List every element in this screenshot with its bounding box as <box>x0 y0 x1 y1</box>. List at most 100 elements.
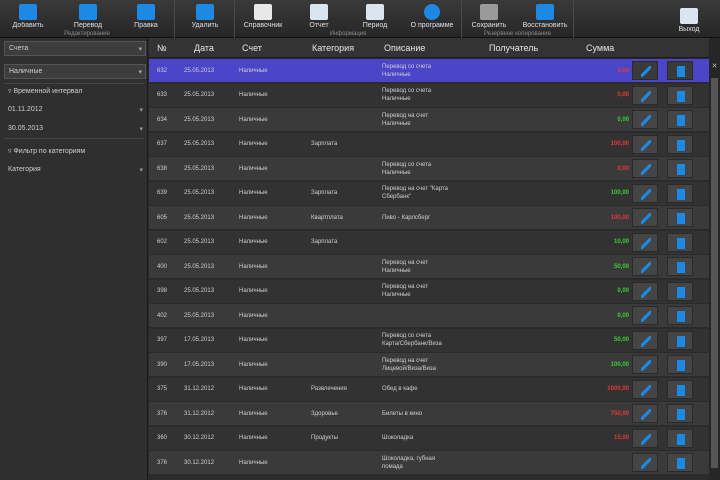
edit-row-button[interactable] <box>632 110 658 129</box>
table-row[interactable]: 400 25.05.2013 Наличные Перевод на счет Нали… <box>149 255 709 278</box>
delete-row-button[interactable] <box>667 134 693 154</box>
pencil-icon <box>641 360 651 371</box>
reference-button[interactable]: Справочник <box>235 0 291 30</box>
edit-row-button[interactable] <box>632 134 658 154</box>
edit-row-button[interactable] <box>632 453 658 472</box>
column-header-account[interactable]: Счет <box>242 43 262 53</box>
account-select[interactable]: Наличные ▾ <box>4 64 146 79</box>
cell-amount: 50,00 <box>613 263 629 270</box>
column-header-date[interactable]: Дата <box>194 43 214 53</box>
exit-button[interactable]: Выход <box>664 4 714 34</box>
table-row[interactable]: 639 25.05.2013 Наличные Зарплата Перевод на … <box>149 181 709 205</box>
delete-row-button[interactable] <box>667 379 693 399</box>
delete-row-button[interactable] <box>667 330 693 350</box>
table-row[interactable]: 605 25.05.2013 Наличные Квартплата Пиво - Ка… <box>149 206 709 229</box>
cell-amount: 100,00 <box>610 214 629 221</box>
delete-button[interactable]: Удалить <box>177 0 233 30</box>
accounts-combo[interactable]: Счета ▾ <box>4 41 146 56</box>
cell-category: Зарплата <box>311 239 338 245</box>
cell-description: Перевод со счета Наличные <box>382 88 432 102</box>
column-header-category[interactable]: Категория <box>312 43 354 53</box>
delete-row-button[interactable] <box>667 110 693 129</box>
delete-row-button[interactable] <box>667 61 693 80</box>
cell-category <box>311 84 381 107</box>
cell-amount: 100,00 <box>610 190 629 196</box>
transfer-button[interactable]: Перевод <box>62 0 114 30</box>
table-row[interactable]: 633 25.05.2013 Наличные Перевод со счета Нал… <box>149 83 709 107</box>
edit-row-button[interactable] <box>632 379 658 399</box>
column-header-payee[interactable]: Получатель <box>489 43 538 53</box>
date-to-field[interactable]: 30.05.2013 ▾ <box>4 122 146 136</box>
delete-row-button[interactable] <box>667 306 693 325</box>
cell-date: 25.05.2013 <box>184 239 215 245</box>
edit-row-button[interactable] <box>632 330 658 350</box>
scrollbar-thumb[interactable] <box>711 78 718 468</box>
edit-row-button[interactable] <box>632 257 658 276</box>
table-row[interactable]: 637 25.05.2013 Наличные Зарплата 100,00 <box>149 132 709 156</box>
delete-row-button[interactable] <box>667 183 693 203</box>
column-header-description[interactable]: Описание <box>384 43 425 53</box>
add-button[interactable]: Добавить <box>2 0 54 30</box>
delete-row-button[interactable] <box>667 85 693 105</box>
cell-category <box>311 59 381 82</box>
restore-button[interactable]: Восстановить <box>516 0 574 30</box>
edit-row-button[interactable] <box>632 355 658 374</box>
edit-row-button[interactable] <box>632 306 658 325</box>
table-row[interactable]: 375 31.12.2012 Наличные Развлечения Обед в к… <box>149 377 709 401</box>
table-row[interactable]: 398 25.05.2013 Наличные Перевод на счет Нали… <box>149 279 709 303</box>
delete-row-button[interactable] <box>667 257 693 276</box>
table-row[interactable]: 402 25.05.2013 Наличные 0,00 <box>149 304 709 327</box>
delete-row-button[interactable] <box>667 355 693 374</box>
edit-row-button[interactable] <box>632 281 658 301</box>
date-from-field[interactable]: 01.11.2012 ▾ <box>4 103 146 117</box>
delete-row-button[interactable] <box>667 281 693 301</box>
pencil-icon <box>641 115 651 126</box>
table-row[interactable]: 634 25.05.2013 Наличные Перевод на счет Нали… <box>149 108 709 131</box>
edit-row-button[interactable] <box>632 85 658 105</box>
cell-description: Перевод на счет Наличные <box>382 284 429 298</box>
table-row[interactable]: 360 30.12.2012 Наличные Продукты Шоколадка 15… <box>149 426 709 450</box>
category-filter-toggle[interactable]: ▿ Фильтр по категориям <box>4 144 146 158</box>
column-header-number[interactable]: № <box>157 43 167 53</box>
cell-category <box>311 157 381 180</box>
save-button[interactable]: Сохранить <box>462 0 516 30</box>
table-row[interactable]: 638 25.05.2013 Наличные Перевод со счета Нал… <box>149 157 709 180</box>
edit-row-button[interactable] <box>632 428 658 448</box>
column-header-amount[interactable]: Сумма <box>586 43 614 53</box>
table-row[interactable]: 397 17.05.2013 Наличные Перевод со счета Кар… <box>149 328 709 352</box>
table-row[interactable]: 632 25.05.2013 Наличные Перевод со счета Нал… <box>149 59 709 82</box>
transactions-table: № Дата Счет Категория Описание Получател… <box>149 38 720 480</box>
cell-date: 25.05.2013 <box>184 92 215 98</box>
table-row[interactable]: 602 25.05.2013 Наличные Зарплата 10,00 <box>149 230 709 254</box>
delete-row-button[interactable] <box>667 453 693 472</box>
category-select[interactable]: Категория ▾ <box>4 163 146 177</box>
edit-row-button[interactable] <box>632 159 658 178</box>
report-button[interactable]: Отчет <box>291 0 347 30</box>
table-row[interactable]: 376 31.12.2012 Наличные Здоровье Билеты в ки… <box>149 402 709 425</box>
about-button[interactable]: О программе <box>403 0 461 30</box>
trash-icon <box>677 237 685 249</box>
calendar-icon <box>366 4 384 20</box>
delete-row-button[interactable] <box>667 404 693 423</box>
period-button[interactable]: Период <box>347 0 403 30</box>
edit-row-button[interactable] <box>632 404 658 423</box>
table-row[interactable]: 390 17.05.2013 Наличные Перевод на счет Лице… <box>149 353 709 376</box>
edit-row-button[interactable] <box>632 183 658 203</box>
ribbon-group-edit: Добавить Перевод Правка Редактирование <box>0 0 175 38</box>
pencil-icon <box>641 335 651 347</box>
pencil-icon <box>641 213 651 224</box>
time-interval-toggle[interactable]: ▿ Временной интервал <box>4 84 146 98</box>
edit-row-button[interactable] <box>632 61 658 80</box>
delete-row-button[interactable] <box>667 232 693 252</box>
delete-row-button[interactable] <box>667 208 693 227</box>
delete-row-button[interactable] <box>667 428 693 448</box>
edit-row-button[interactable] <box>632 208 658 227</box>
edit-row-button[interactable] <box>632 232 658 252</box>
delete-row-button[interactable] <box>667 159 693 178</box>
scroll-up-icon[interactable]: ✕ <box>710 62 719 72</box>
edit-button[interactable]: Правка <box>120 0 172 30</box>
vertical-scrollbar[interactable]: ✕ <box>709 38 720 480</box>
pencil-icon <box>641 188 651 200</box>
table-row[interactable]: 376 30.12.2012 Наличные Шоколадка, губная по… <box>149 451 709 474</box>
save-icon <box>480 4 498 20</box>
